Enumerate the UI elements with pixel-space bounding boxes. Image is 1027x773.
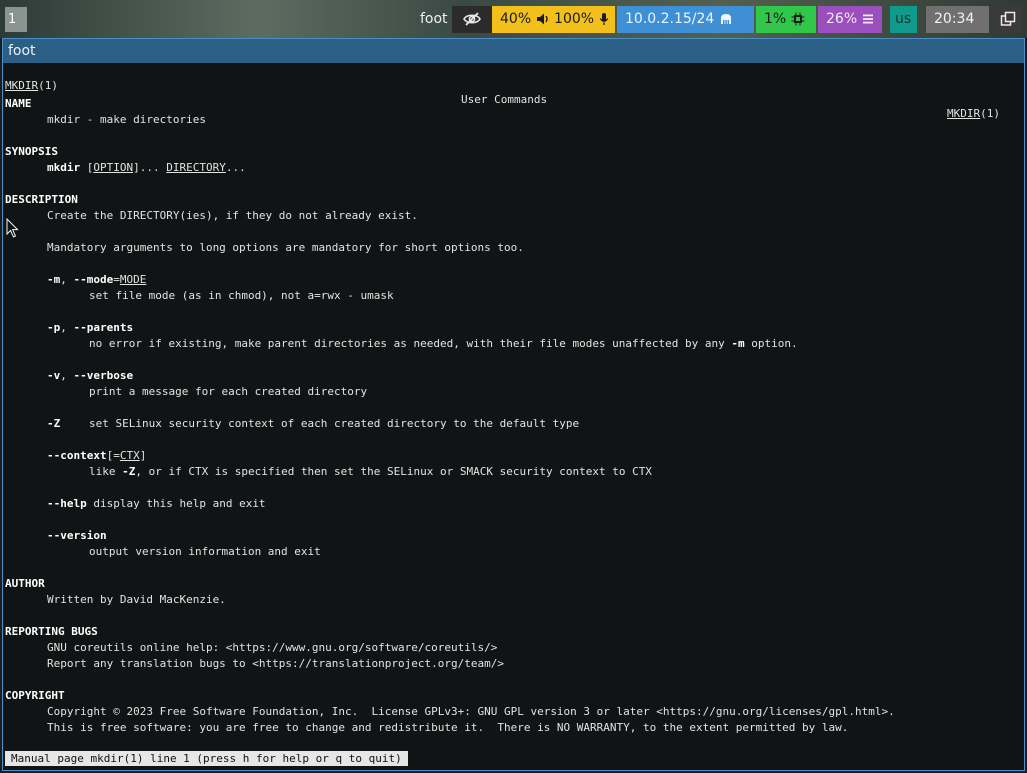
ethernet-icon <box>720 14 731 24</box>
option-help-flag: --help <box>47 497 87 510</box>
section-author: AUTHOR <box>5 577 45 590</box>
option-context-flag: --context <box>47 449 107 462</box>
option-verbose: -v, --verbose <box>47 369 134 382</box>
option-context-desc: like -Z, or if CTX is specified then set… <box>89 465 652 479</box>
pager-status-line: Manual page mkdir(1) line 1 (press h for… <box>5 751 408 766</box>
terminal-window[interactable]: foot MKDIR(1) User Commands MKDIR(1) NAM… <box>2 38 1025 771</box>
header-right-name: MKDIR <box>947 107 981 120</box>
bugs-line-2: Report any translation bugs to <https://… <box>47 657 504 670</box>
workspace-button-1[interactable]: 1 <box>5 7 27 32</box>
option-version-flag: --version <box>47 529 107 542</box>
header-center: User Commands <box>461 93 548 106</box>
option-context-desc-start: like <box>89 465 123 478</box>
option-mode: -m, --mode=MODE <box>47 273 147 286</box>
eye-off-icon <box>463 12 481 26</box>
mouse-pointer-icon <box>6 218 19 238</box>
window-switch-icon <box>1000 11 1016 26</box>
terminal-content[interactable]: MKDIR(1) User Commands MKDIR(1) NAME mkd… <box>3 63 1024 770</box>
speaker-icon <box>536 13 548 25</box>
option-Z-desc: set SELinux security context of each cre… <box>89 417 580 430</box>
option-version-desc: output version information and exit <box>89 545 321 558</box>
window-switch-button[interactable] <box>994 6 1022 33</box>
microphone-icon <box>599 13 608 25</box>
option-parents-flag: --parents <box>73 321 134 334</box>
author-text: Written by David MacKenzie. <box>47 593 226 606</box>
synopsis-directory: DIRECTORY <box>166 161 226 174</box>
option-mode-arg: MODE <box>119 273 147 286</box>
cpu-module[interactable]: 1% <box>756 6 816 33</box>
memory-module[interactable]: 26% <box>818 6 882 33</box>
section-description: DESCRIPTION <box>5 193 78 206</box>
copyright-line-1: Copyright © 2023 Free Software Foundatio… <box>47 705 895 718</box>
option-mode-flag: --mode <box>73 273 114 286</box>
header-left-name: MKDIR <box>5 79 39 92</box>
option-parents: -p, --parents <box>47 321 134 334</box>
description-line-2: Mandatory arguments to long options are … <box>47 241 524 254</box>
section-copyright: COPYRIGHT <box>5 689 65 702</box>
status-bar: 1 foot 40% 100% 10.0.2.15/24 1% 26% us 2… <box>0 0 1027 38</box>
section-reporting-bugs: REPORTING BUGS <box>5 625 98 638</box>
option-parents-desc-text: no error if existing, make parent direct… <box>89 337 732 350</box>
option-help: --help display this help and exit <box>47 497 266 511</box>
synopsis-dots-2: ... <box>225 161 246 174</box>
mic-level: 100% <box>554 11 595 27</box>
section-name: NAME <box>5 97 32 110</box>
option-context-arg: CTX <box>119 449 140 462</box>
option-context: --context[=CTX] <box>47 449 147 462</box>
section-synopsis: SYNOPSIS <box>5 145 58 158</box>
option-p-flag: -p <box>47 321 61 334</box>
synopsis-line: mkdir [OPTION]... DIRECTORY... <box>47 161 246 174</box>
option-verbose-desc: print a message for each created directo… <box>89 385 368 398</box>
bugs-line-1: GNU coreutils online help: <https://www.… <box>47 641 498 654</box>
name-text: mkdir - make directories <box>47 113 206 126</box>
option-parents-desc-flag: -m <box>731 337 745 350</box>
copyright-line-2: This is free software: you are free to c… <box>47 721 849 734</box>
ip-address: 10.0.2.15/24 <box>625 11 715 27</box>
header-right-section: (1) <box>980 107 1000 120</box>
option-parents-desc-end: option. <box>744 337 798 350</box>
cpu-usage: 1% <box>764 11 787 27</box>
memory-usage: 26% <box>826 11 858 27</box>
option-v-flag: -v <box>47 369 61 382</box>
option-verbose-flag: --verbose <box>73 369 134 382</box>
description-line-1: Create the DIRECTORY(ies), if they do no… <box>47 209 418 222</box>
option-context-desc-flag: -Z <box>122 465 136 478</box>
cpu-icon <box>791 12 805 26</box>
keyboard-layout[interactable]: us <box>890 6 917 33</box>
option-m-flag: -m <box>47 273 61 286</box>
synopsis-option: OPTION <box>93 161 134 174</box>
option-context-desc-end: , or if CTX is specified then set the SE… <box>135 465 652 478</box>
window-titlebar[interactable]: foot <box>3 39 1024 63</box>
memory-icon <box>862 14 873 24</box>
idle-inhibitor[interactable] <box>452 6 492 33</box>
network-module[interactable]: 10.0.2.15/24 <box>617 6 754 33</box>
option-Z-flag: -Z <box>47 417 61 430</box>
option-parents-desc: no error if existing, make parent direct… <box>89 337 798 351</box>
option-mode-desc: set file mode (as in chmod), not a=rwx -… <box>89 289 394 302</box>
volume-level: 40% <box>500 11 532 27</box>
synopsis-command: mkdir <box>47 161 81 174</box>
audio-module[interactable]: 40% 100% <box>492 6 615 33</box>
clock[interactable]: 20:34 <box>926 6 989 33</box>
option-help-desc: display this help and exit <box>86 497 266 510</box>
synopsis-dots: ]... <box>133 161 167 174</box>
header-left-section: (1) <box>38 79 58 92</box>
